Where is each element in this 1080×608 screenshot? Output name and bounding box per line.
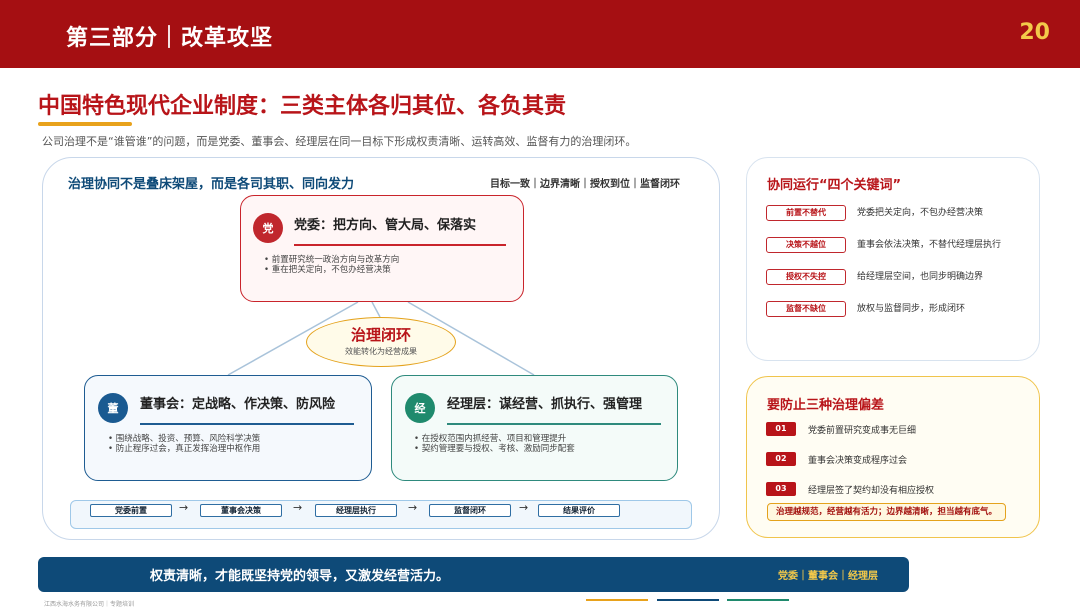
party-bullet: • 前置研究统一政治方向与改革方向 [264,255,400,265]
keywords-title: 协同运行“四个关键词” [767,178,902,193]
flow-step: 结果评价 [538,504,620,517]
number-badge: 01 [766,422,796,436]
arrow-right-icon: → [293,501,303,514]
keyword-desc: 董事会依法决策，不替代经理层执行 [857,240,1002,250]
party-rule [294,244,506,246]
keyword-tag: 授权不失控 [766,269,846,285]
arrow-right-icon: → [179,501,189,514]
management-card [391,375,678,481]
footer-note: 江西水海水务有限公司｜专题培训 [44,601,135,608]
keyword-desc: 党委把关定向，不包办经营决策 [857,208,984,218]
board-bullet: • 防止程序过会，真正发挥治理中枢作用 [108,444,261,454]
flow-step: 董事会决策 [200,504,282,517]
number-badge: 02 [766,452,796,466]
management-rule [447,423,661,425]
keyword-tag: 监督不缺位 [766,301,846,317]
party-committee-card [240,195,524,302]
board-rule [140,423,354,425]
board-title: 董事会：定战略、作决策、防风险 [140,397,336,412]
board-badge: 董 [98,393,128,423]
keyword-tag: 决策不越位 [766,237,846,253]
arrow-right-icon: → [519,501,529,514]
flow-step: 监督闭环 [429,504,511,517]
keyword-desc: 放权与监督同步，形成闭环 [857,304,966,314]
footer-accent-bar [586,599,648,601]
flow-step: 经理层执行 [315,504,397,517]
board-card [84,375,372,481]
number-badge: 03 [766,482,796,496]
banner-text: 权责清晰，才能既坚持党的领导，又激发经营活力。 [150,569,450,584]
loop-title: 治理闭环 [350,326,411,344]
flow-step: 党委前置 [90,504,172,517]
management-bullet: • 契约管理要与授权、考核、激励同步配套 [414,444,575,454]
management-badge: 经 [405,393,435,423]
deviation-desc: 党委前置研究变成事无巨细 [808,426,917,436]
arrow-right-icon: → [408,501,418,514]
management-title: 经理层：谋经营、抓执行、强管理 [447,397,643,412]
footer-accent-bar [657,599,719,601]
management-bullets: • 在授权范围内抓经营、项目和管理提升 • 契约管理要与授权、考核、激励同步配套 [414,434,575,454]
party-badge: 党 [253,213,283,243]
party-bullets: • 前置研究统一政治方向与改革方向 • 重在把关定向，不包办经营决策 [264,255,399,275]
board-bullet: • 围绕战略、投资、预算、风险科学决策 [108,434,261,444]
warning-callout: 治理越规范，经营越有活力；边界越清晰，担当越有底气。 [767,503,1006,521]
deviations-title: 要防止三种治理偏差 [767,398,885,413]
party-title: 党委：把方向、管大局、保落实 [294,218,477,233]
deviation-desc: 经理层签了契约却没有相应授权 [808,486,935,496]
board-bullets: • 围绕战略、投资、预算、风险科学决策 • 防止程序过会，真正发挥治理中枢作用 [108,434,260,454]
management-bullet: • 在授权范围内抓经营、项目和管理提升 [414,434,567,444]
keyword-tag: 前置不替代 [766,205,846,221]
banner-tags: 党委｜董事会｜经理层 [778,571,878,582]
party-bullet: • 重在把关定向，不包办经营决策 [264,265,391,275]
loop-subtitle: 效能转化为经营成果 [345,347,417,356]
connector-line-center [371,301,381,318]
footer-accent-bar [727,599,789,601]
keyword-desc: 给经理层空间，也同步明确边界 [857,272,984,282]
deviation-desc: 董事会决策变成程序过会 [808,456,908,466]
